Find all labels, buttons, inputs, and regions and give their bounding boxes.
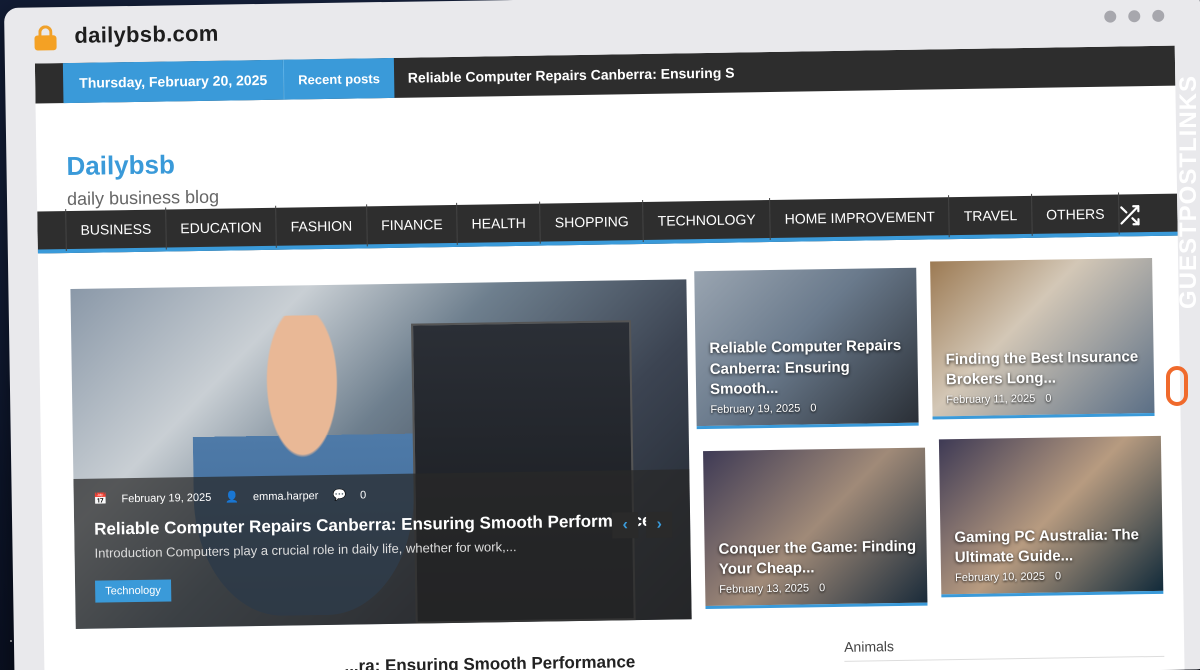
card-date[interactable]: February 19, 2025 [710, 403, 800, 416]
slide-date[interactable]: February 19, 2025 [121, 491, 211, 504]
page-viewport: Thursday, February 20, 2025 Recent posts… [34, 45, 1185, 670]
slide-comments[interactable]: 0 [360, 489, 366, 501]
card-caption: Conquer the Game: Finding Your Cheap... … [718, 536, 917, 596]
slider-arrows: ‹ › [611, 511, 673, 539]
chevron-right-icon[interactable]: › [645, 511, 673, 538]
slide-author[interactable]: emma.harper [253, 490, 319, 503]
featured-card[interactable]: Gaming PC Australia: The Ultimate Guide.… [938, 435, 1164, 598]
category-badge[interactable]: Technology [95, 579, 171, 603]
nav-item-finance[interactable]: FINANCE [366, 202, 458, 247]
link-icon [1166, 366, 1188, 406]
nav-item-health[interactable]: HEALTH [457, 201, 542, 245]
card-title[interactable]: Conquer the Game: Finding Your Cheap... [718, 536, 917, 580]
card-date[interactable]: February 10, 2025 [955, 571, 1045, 584]
nav-item-technology[interactable]: TECHNOLOGY [643, 197, 772, 242]
nav-item-shopping[interactable]: SHOPPING [540, 199, 645, 244]
card-meta: February 10, 2025 0 [955, 569, 1153, 584]
card-caption: Gaming PC Australia: The Ultimate Guide.… [954, 525, 1153, 584]
comment-icon: 💬 [332, 489, 347, 502]
nav-item-business[interactable]: BUSINESS [65, 207, 167, 252]
window-controls [1104, 9, 1165, 23]
guestpostlinks-watermark: GUESTPOSTLINKS [1162, 58, 1200, 406]
card-caption: Reliable Computer Repairs Canberra: Ensu… [709, 336, 908, 416]
card-caption: Finding the Best Insurance Brokers Long.… [945, 347, 1144, 407]
nav-item-others[interactable]: OTHERS [1031, 192, 1120, 236]
card-date[interactable]: February 13, 2025 [719, 582, 809, 595]
sidebar-category-animals[interactable]: Animals [844, 633, 1165, 662]
card-title[interactable]: Gaming PC Australia: The Ultimate Guide.… [954, 525, 1153, 569]
window-dot-icon[interactable] [1152, 9, 1165, 22]
lock-icon [34, 25, 57, 51]
card-comments[interactable]: 0 [810, 402, 816, 414]
site-header: Dailybsb daily business blog [36, 86, 1178, 212]
featured-card[interactable]: Conquer the Game: Finding Your Cheap... … [703, 447, 928, 610]
card-meta: February 13, 2025 0 [719, 581, 917, 596]
card-comments[interactable]: 0 [1045, 393, 1051, 405]
window-dot-icon[interactable] [1104, 10, 1117, 23]
slide-caption: 📅 February 19, 2025 👤 emma.harper 💬 0 Re… [73, 469, 692, 629]
featured-slider[interactable]: 📅 February 19, 2025 👤 emma.harper 💬 0 Re… [70, 279, 692, 629]
featured-card[interactable]: Reliable Computer Repairs Canberra: Ensu… [694, 267, 919, 430]
user-icon: 👤 [225, 491, 240, 504]
slide-meta: 📅 February 19, 2025 👤 emma.harper 💬 0 [94, 484, 670, 506]
nav-item-travel[interactable]: TRAVEL [949, 193, 1033, 238]
window-dot-icon[interactable] [1128, 10, 1141, 23]
card-title[interactable]: Finding the Best Insurance Brokers Long.… [945, 347, 1144, 391]
recent-posts-label: Recent posts [282, 57, 395, 100]
nav-item-education[interactable]: EDUCATION [165, 205, 278, 250]
address-url[interactable]: dailybsb.com [74, 21, 219, 49]
featured-section: 📅 February 19, 2025 👤 emma.harper 💬 0 Re… [38, 236, 1184, 670]
site-title[interactable]: Dailybsb [66, 149, 175, 182]
browser-window: dailybsb.com Thursday, February 20, 2025… [4, 0, 1200, 670]
card-comments[interactable]: 0 [819, 582, 825, 594]
news-ticker-link[interactable]: Reliable Computer Repairs Canberra: Ensu… [394, 65, 734, 86]
nav-item-home-improvement[interactable]: HOME IMPROVEMENT [770, 195, 951, 240]
calendar-icon: 📅 [93, 493, 108, 506]
current-date: Thursday, February 20, 2025 [62, 59, 284, 104]
card-title[interactable]: Reliable Computer Repairs Canberra: Ensu… [709, 336, 908, 400]
card-date[interactable]: February 11, 2025 [946, 393, 1035, 406]
card-meta: February 11, 2025 0 [946, 391, 1144, 407]
card-comments[interactable]: 0 [1055, 570, 1061, 582]
chevron-left-icon[interactable]: ‹ [611, 512, 639, 539]
card-meta: February 19, 2025 0 [710, 401, 908, 416]
slide-title[interactable]: Reliable Computer Repairs Canberra: Ensu… [94, 511, 670, 540]
watermark-text: GUESTPOSTLINKS [1174, 74, 1200, 310]
featured-card[interactable]: Finding the Best Insurance Brokers Long.… [930, 257, 1155, 420]
post-title-partial[interactable]: ...ra: Ensuring Smooth Performance [344, 652, 635, 670]
slide-excerpt: Introduction Computers play a crucial ro… [94, 539, 517, 561]
shuffle-icon[interactable] [1117, 203, 1141, 227]
nav-item-fashion[interactable]: FASHION [276, 204, 368, 248]
